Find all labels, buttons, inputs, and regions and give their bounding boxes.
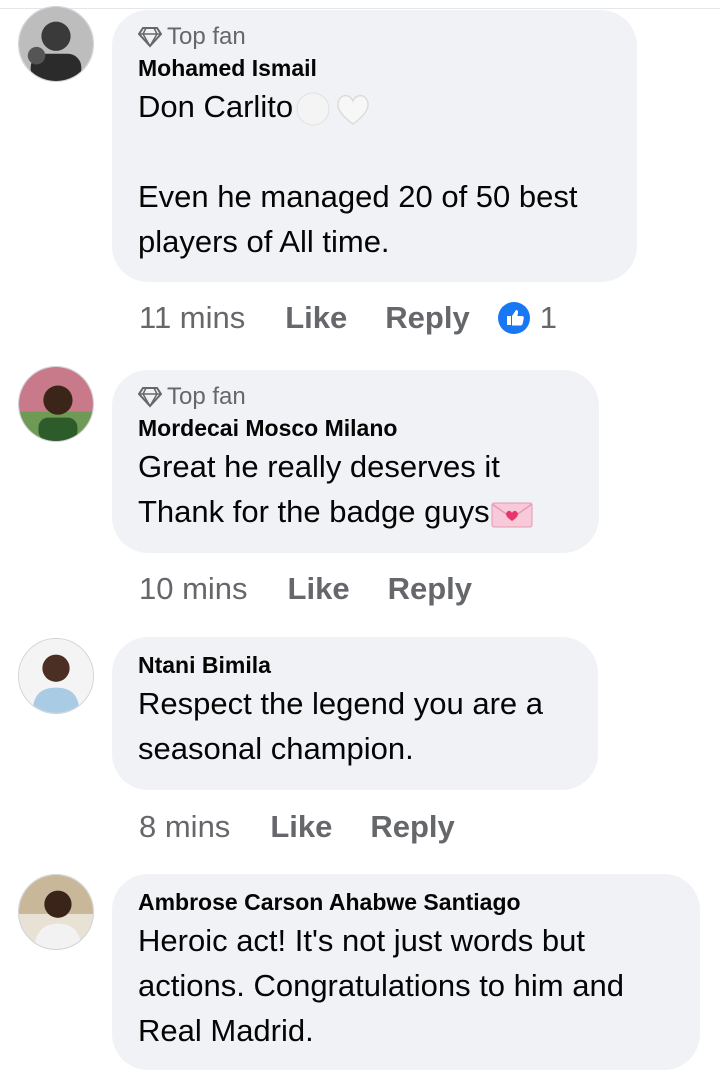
comment-text: Respect the legend you are a seasonal ch… xyxy=(138,686,543,766)
top-fan-label: Top fan xyxy=(167,383,246,410)
commenter-name[interactable]: Mordecai Mosco Milano xyxy=(138,412,573,444)
comment-text: Great he really deserves it Thank for th… xyxy=(138,444,573,534)
comment-actions: 10 mins Like Reply xyxy=(139,569,510,609)
avatar[interactable] xyxy=(18,366,94,442)
comment-text: Don Carlito Even he managed 20 of 50 bes… xyxy=(138,89,578,259)
diamond-icon xyxy=(138,27,162,48)
comment-bubble: Top fan Mordecai Mosco Milano Great he r… xyxy=(112,370,599,553)
commenter-name[interactable]: Ntani Bimila xyxy=(138,649,572,681)
thumbs-up-icon xyxy=(497,302,530,334)
reply-button[interactable]: Reply xyxy=(388,571,472,607)
reply-button[interactable]: Reply xyxy=(385,300,469,336)
love-letter-emoji-icon xyxy=(491,502,533,528)
white-heart-emoji-icon xyxy=(337,94,369,125)
avatar[interactable] xyxy=(18,874,94,950)
comment-actions: 11 mins Like Reply 1 xyxy=(139,298,557,338)
top-fan-label: Top fan xyxy=(167,23,246,50)
comment-actions: 8 mins Like Reply xyxy=(139,807,493,847)
like-button[interactable]: Like xyxy=(288,571,350,607)
comment-bubble: Ntani Bimila Respect the legend you are … xyxy=(112,637,598,790)
reaction-count: 1 xyxy=(539,300,557,335)
white-circle-emoji-icon xyxy=(296,92,330,126)
reply-button[interactable]: Reply xyxy=(370,809,454,845)
divider-line xyxy=(0,8,720,9)
avatar[interactable] xyxy=(18,6,94,82)
reaction-summary[interactable]: 1 xyxy=(497,300,557,336)
comment-text: Heroic act! It's not just words but acti… xyxy=(138,923,624,1048)
avatar[interactable] xyxy=(18,638,94,714)
top-fan-badge: Top fan xyxy=(138,22,611,52)
comment-bubble: Ambrose Carson Ahabwe Santiago Heroic ac… xyxy=(112,874,700,1070)
top-fan-badge: Top fan xyxy=(138,382,573,412)
commenter-name[interactable]: Ambrose Carson Ahabwe Santiago xyxy=(138,886,674,918)
timestamp[interactable]: 10 mins xyxy=(139,571,248,607)
commenter-name[interactable]: Mohamed Ismail xyxy=(138,52,611,84)
timestamp[interactable]: 8 mins xyxy=(139,809,230,845)
diamond-icon xyxy=(138,387,162,408)
like-button[interactable]: Like xyxy=(270,809,332,845)
timestamp[interactable]: 11 mins xyxy=(139,300,245,336)
like-button[interactable]: Like xyxy=(285,300,347,336)
comment-bubble: Top fan Mohamed Ismail Don Carlito Even … xyxy=(112,10,637,282)
